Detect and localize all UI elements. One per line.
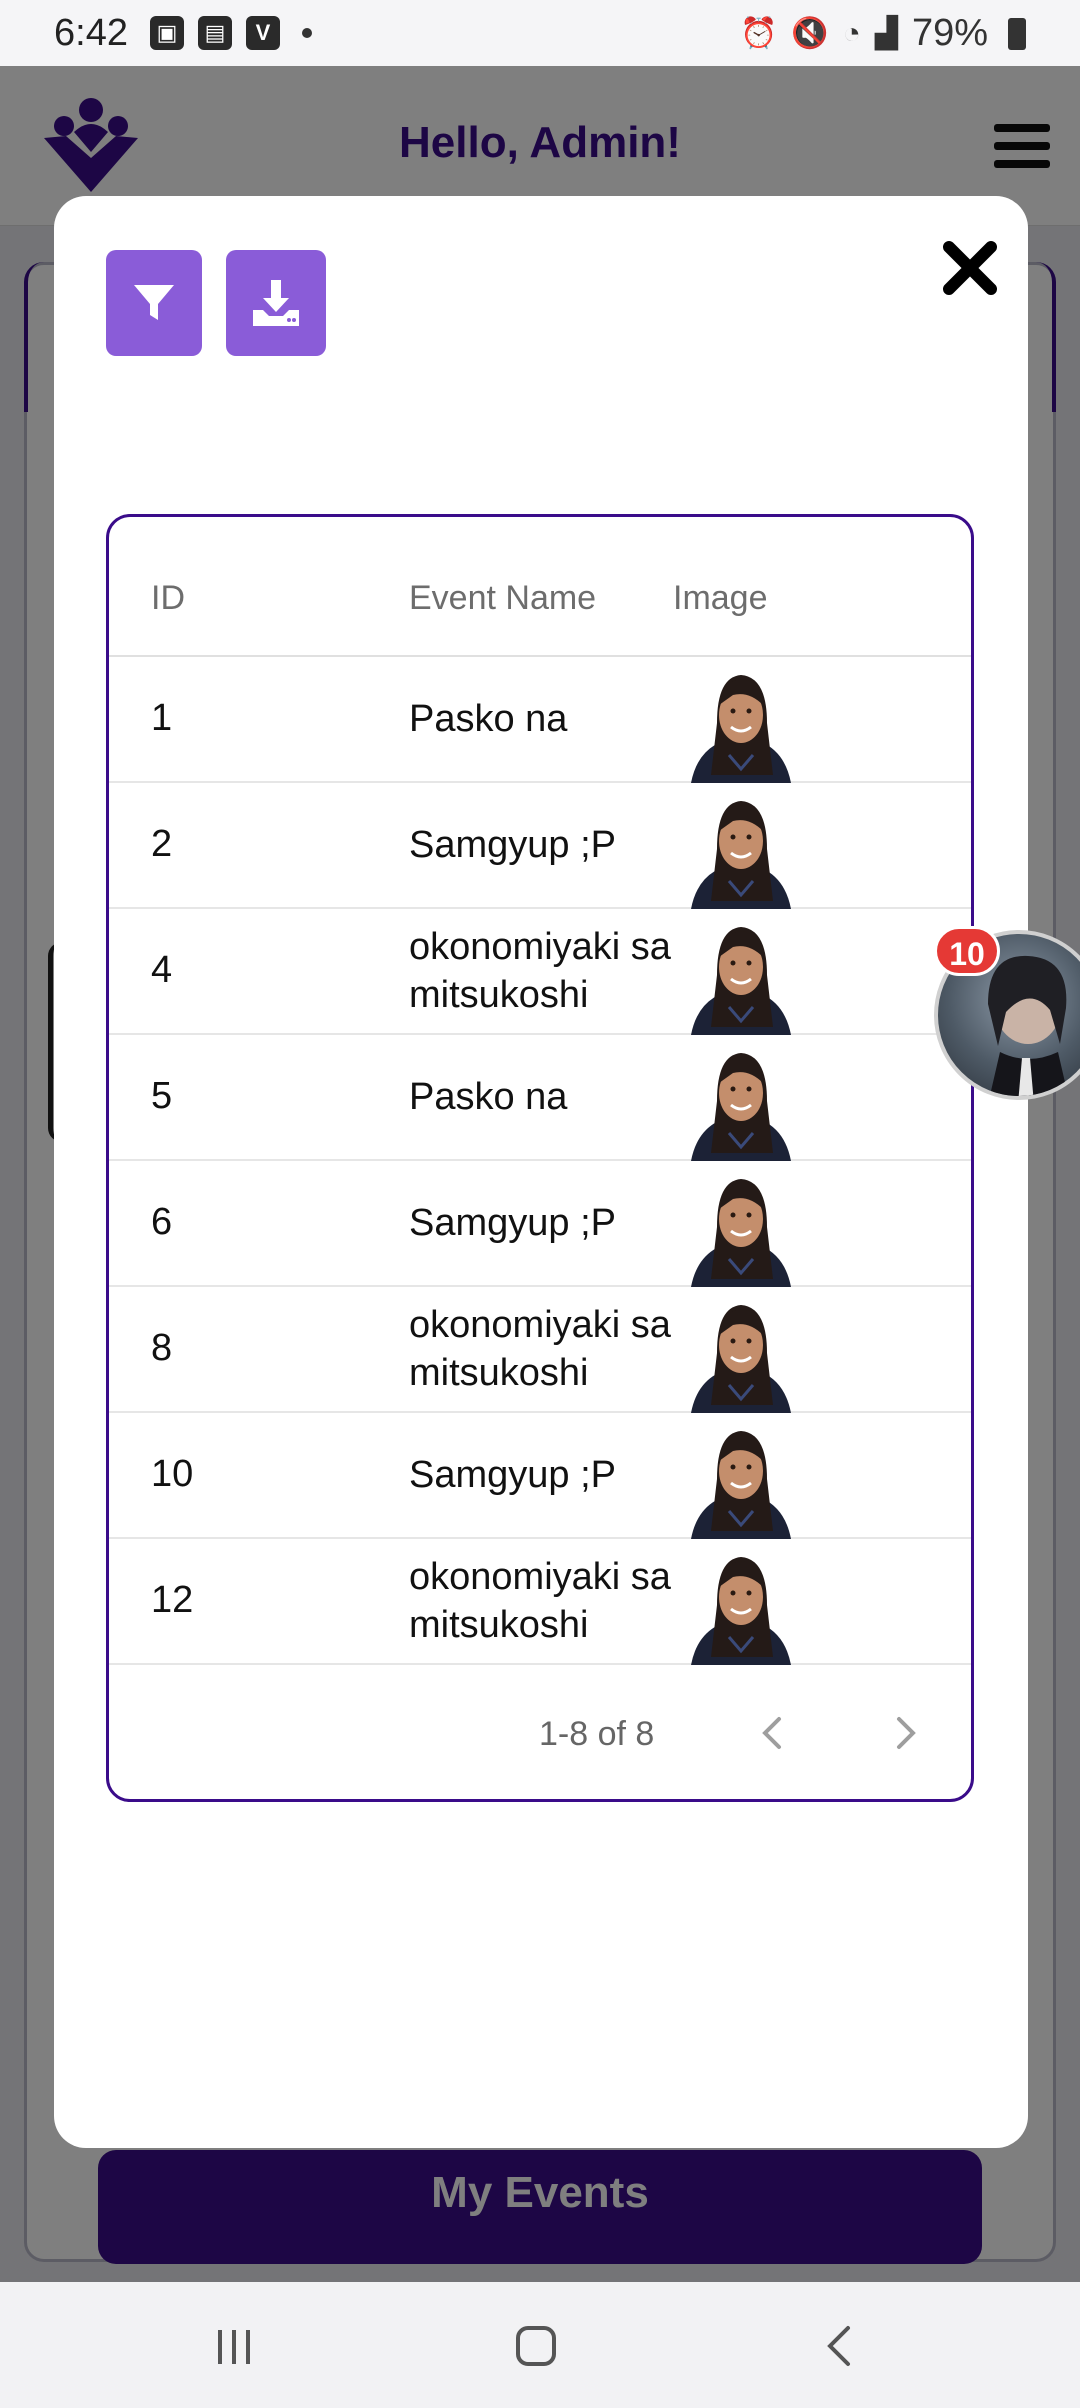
cell-event-name: Samgyup ;P [409,1454,616,1496]
cell-id: 6 [151,1201,173,1243]
previous-page-button[interactable] [749,1711,793,1755]
event-image[interactable] [677,1547,805,1665]
cell-id: 2 [151,823,173,865]
cell-event-name: Pasko na [409,698,568,740]
event-image[interactable] [677,917,805,1035]
column-header-event-name[interactable]: Event Name [409,579,596,618]
battery-percentage: 79% [911,12,988,54]
cell-event-name: Pasko na [409,1076,568,1118]
filter-icon [134,285,174,320]
close-icon [943,241,997,295]
cell-id: 8 [151,1327,173,1369]
download-button[interactable] [226,250,326,356]
cell-id: 1 [151,697,173,739]
event-image[interactable] [677,1043,805,1161]
event-image[interactable] [677,1421,805,1539]
cell-id: 12 [151,1579,194,1621]
pagination: 1-8 of 8 [109,1665,971,1799]
chevron-right-icon [897,1717,916,1749]
cell-id: 5 [151,1075,173,1117]
cell-id: 10 [151,1453,194,1495]
vimeo-icon: V [246,16,280,50]
home-icon [516,2326,556,2366]
status-notification-icons: ▣ ▤ V [150,16,312,50]
download-icon [253,280,299,326]
cell-event-name: okonomiyaki sa mitsukoshi [409,1304,671,1394]
more-notifications-dot [302,28,312,38]
back-icon [827,2326,850,2366]
table-header: ID Event Name Image [109,517,971,657]
table-row[interactable]: 8 okonomiyaki sa mitsukoshi [109,1287,971,1413]
recents-button[interactable] [204,2318,264,2374]
table-row[interactable]: 6 Samgyup ;P [109,1161,971,1287]
cell-event-name: okonomiyaki sa mitsukoshi [409,926,671,1016]
recents-icon [218,2330,250,2364]
event-image[interactable] [677,1295,805,1413]
table-row[interactable]: 2 Samgyup ;P [109,783,971,909]
event-image[interactable] [677,1169,805,1287]
status-bar: 6:42 ▣ ▤ V ⏰ 🔇 ◔ ▟ 79% [0,0,1080,66]
column-header-image[interactable]: Image [673,579,768,618]
status-time: 6:42 [54,12,128,54]
table-row[interactable]: 10 Samgyup ;P [109,1413,971,1539]
system-nav-bar [0,2282,1080,2408]
wifi-icon: ◔ [842,16,861,50]
column-header-id[interactable]: ID [151,579,185,618]
pagination-info: 1-8 of 8 [539,1715,655,1753]
cell-event-name: okonomiyaki sa mitsukoshi [409,1556,671,1646]
next-page-button[interactable] [885,1711,929,1755]
table-row[interactable]: 12 okonomiyaki sa mitsukoshi [109,1539,971,1665]
battery-icon [1008,17,1026,50]
alarm-icon: ⏰ [740,17,778,50]
events-table: ID Event Name Image 1 Pasko na 2 Samgyup… [106,514,974,1802]
table-body: 1 Pasko na 2 Samgyup ;P 4 okonomiyaki sa… [109,657,971,1665]
status-system-icons: ⏰ 🔇 ◔ ▟ 79% [740,12,1026,55]
mute-icon: 🔇 [791,17,829,50]
table-row[interactable]: 5 Pasko na [109,1035,971,1161]
filter-button[interactable] [106,250,202,356]
home-button[interactable] [506,2318,566,2374]
table-row[interactable]: 4 okonomiyaki sa mitsukoshi [109,909,971,1035]
event-image[interactable] [677,665,805,783]
signal-icon: ▟ [874,17,898,50]
cell-id: 4 [151,949,173,991]
twitch-icon: ▤ [198,16,232,50]
gallery-icon: ▣ [150,16,184,50]
cell-event-name: Samgyup ;P [409,1202,616,1244]
event-image[interactable] [677,791,805,909]
cell-event-name: Samgyup ;P [409,824,616,866]
chevron-left-icon [762,1717,781,1749]
back-button[interactable] [810,2318,870,2374]
close-button[interactable] [938,236,1002,300]
notification-badge: 10 [934,926,1000,976]
events-modal: ID Event Name Image 1 Pasko na 2 Samgyup… [54,196,1028,2148]
table-row[interactable]: 1 Pasko na [109,657,971,783]
